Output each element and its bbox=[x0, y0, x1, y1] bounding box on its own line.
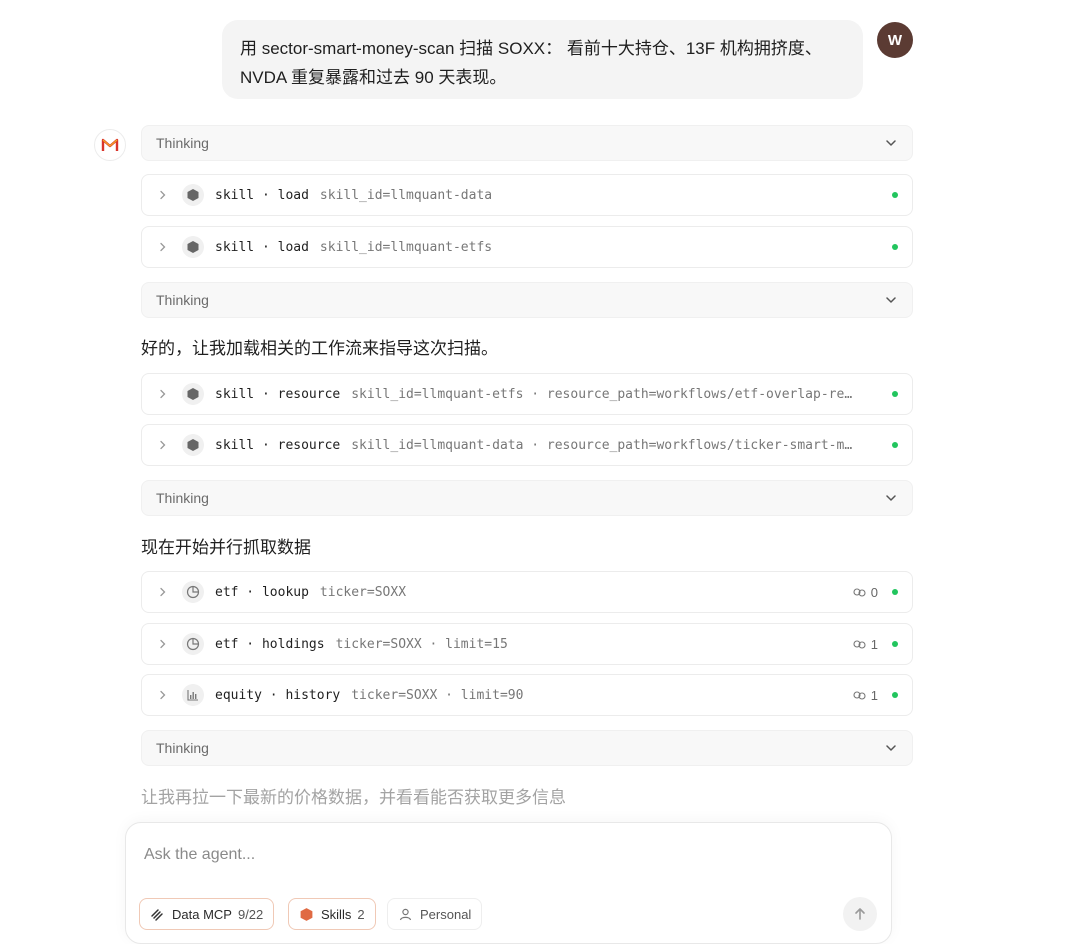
chip-count: 2 bbox=[357, 906, 365, 922]
result-count: 1 bbox=[853, 637, 878, 652]
status-dot bbox=[892, 244, 898, 250]
skills-chip[interactable]: Skills 2 bbox=[288, 898, 376, 930]
arrow-up-icon bbox=[855, 908, 865, 920]
agent-message: 好的，让我加载相关的工作流来指导这次扫描。 bbox=[141, 339, 498, 358]
chevron-right-icon bbox=[160, 587, 166, 597]
thinking-toggle[interactable]: Thinking bbox=[141, 730, 913, 766]
result-count-value: 1 bbox=[870, 636, 878, 652]
tool-call-row[interactable]: skill · resource skill_id=llmquant-etfs … bbox=[141, 373, 913, 415]
user-avatar[interactable]: W bbox=[877, 22, 913, 58]
tool-args: skill_id=llmquant-data · resource_path=w… bbox=[351, 437, 853, 453]
data-mcp-chip[interactable]: Data MCP 9/22 bbox=[139, 898, 275, 930]
tool-call-row[interactable]: equity · history ticker=SOXX · limit=90 … bbox=[141, 674, 913, 716]
composer: Data MCP 9/22 Skills 2 Personal bbox=[125, 822, 892, 944]
agent-message: 现在开始并行抓取数据 bbox=[141, 538, 311, 557]
hexagon-icon bbox=[182, 383, 204, 405]
chevron-right-icon bbox=[160, 190, 166, 200]
thinking-label: Thinking bbox=[156, 292, 209, 308]
tool-name: skill · resource bbox=[215, 386, 341, 402]
chip-label: Personal bbox=[420, 906, 472, 922]
result-count-value: 0 bbox=[870, 584, 878, 600]
bar-chart-icon bbox=[182, 684, 204, 706]
hexagon-icon bbox=[182, 184, 204, 206]
chevron-right-icon bbox=[160, 389, 166, 399]
tool-name: etf · holdings bbox=[215, 636, 325, 652]
tool-args: skill_id=llmquant-etfs · resource_path=w… bbox=[351, 386, 853, 402]
tool-call-row[interactable]: etf · lookup ticker=SOXX 0 bbox=[141, 571, 913, 613]
hexagon-icon bbox=[182, 236, 204, 258]
tool-name: etf · lookup bbox=[215, 584, 309, 600]
tool-args: skill_id=llmquant-data bbox=[319, 187, 493, 203]
tool-args: ticker=SOXX · limit=90 bbox=[351, 687, 524, 703]
agent-message-streaming: 让我再拉一下最新的价格数据，并看看能否获取更多信息 bbox=[141, 788, 566, 807]
pie-chart-icon bbox=[182, 581, 204, 603]
thinking-toggle[interactable]: Thinking bbox=[141, 480, 913, 516]
chevron-down-icon bbox=[886, 495, 896, 501]
chip-count: 9/22 bbox=[237, 906, 264, 922]
tool-name: skill · resource bbox=[215, 437, 341, 453]
personal-chip[interactable]: Personal bbox=[387, 898, 483, 930]
chevron-right-icon bbox=[160, 690, 166, 700]
tool-call-row[interactable]: skill · load skill_id=llmquant-data bbox=[141, 174, 913, 216]
link-icon bbox=[853, 639, 866, 649]
agent-logo-icon bbox=[94, 129, 126, 161]
chevron-right-icon bbox=[160, 242, 166, 252]
tool-name: equity · history bbox=[215, 687, 341, 703]
thinking-toggle[interactable]: Thinking bbox=[141, 282, 913, 318]
status-dot bbox=[892, 192, 898, 198]
result-count-value: 1 bbox=[870, 687, 878, 703]
chevron-down-icon bbox=[886, 297, 896, 303]
status-dot bbox=[892, 391, 898, 397]
status-dot bbox=[892, 692, 898, 698]
thinking-label: Thinking bbox=[156, 490, 209, 506]
status-dot bbox=[892, 641, 898, 647]
send-button[interactable] bbox=[843, 897, 877, 931]
tool-call-row[interactable]: skill · load skill_id=llmquant-etfs bbox=[141, 226, 913, 268]
thinking-label: Thinking bbox=[156, 135, 209, 151]
skills-hexagon-icon bbox=[300, 907, 313, 921]
person-icon bbox=[399, 908, 412, 920]
tool-call-row[interactable]: skill · resource skill_id=llmquant-data … bbox=[141, 424, 913, 466]
tool-args: skill_id=llmquant-etfs bbox=[319, 239, 493, 255]
user-message: 用 sector-smart-money-scan 扫描 SOXX： 看前十大持… bbox=[222, 20, 863, 99]
thinking-label: Thinking bbox=[156, 740, 209, 756]
tool-args: ticker=SOXX bbox=[319, 584, 407, 600]
tool-args: ticker=SOXX · limit=15 bbox=[335, 636, 508, 652]
chevron-right-icon bbox=[160, 639, 166, 649]
chevron-down-icon bbox=[886, 140, 896, 146]
tool-call-row[interactable]: etf · holdings ticker=SOXX · limit=15 1 bbox=[141, 623, 913, 665]
pie-chart-icon bbox=[182, 633, 204, 655]
tool-name: skill · load bbox=[215, 187, 309, 203]
agent-prompt-input[interactable] bbox=[144, 843, 844, 867]
status-dot bbox=[892, 442, 898, 448]
chevron-right-icon bbox=[160, 440, 166, 450]
result-count: 0 bbox=[853, 585, 878, 600]
chip-label: Data MCP bbox=[172, 906, 232, 922]
hexagon-icon bbox=[182, 434, 204, 456]
data-mcp-icon bbox=[151, 908, 163, 921]
thinking-toggle[interactable]: Thinking bbox=[141, 125, 913, 161]
status-dot bbox=[892, 589, 898, 595]
link-icon bbox=[853, 587, 866, 597]
chevron-down-icon bbox=[886, 745, 896, 751]
link-icon bbox=[853, 690, 866, 700]
tool-name: skill · load bbox=[215, 239, 309, 255]
chip-label: Skills bbox=[321, 906, 352, 922]
result-count: 1 bbox=[853, 688, 878, 703]
